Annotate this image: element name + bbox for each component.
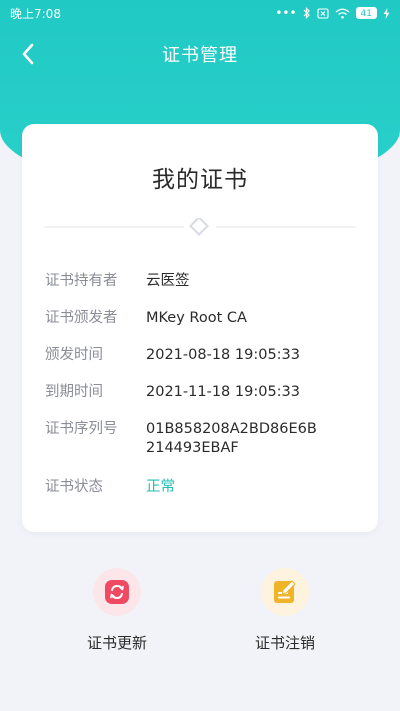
holder-value: 云医签 [146,273,190,289]
chevron-left-icon [22,43,34,65]
expiry-time-label: 到期时间 [45,384,103,400]
back-button[interactable] [14,40,42,68]
row-issue-time: 颁发时间 2021-08-18 19:05:33 [45,346,365,365]
row-expiry-time: 到期时间 2021-11-18 19:05:33 [45,383,365,402]
charging-icon [383,7,390,19]
serial-value: 01B858208A2BD86E6B214493EBAF [146,421,317,456]
revoke-certificate-button[interactable]: 证书注销 [230,568,340,653]
status-bar: 晚上7:08 ••• 41 [0,0,400,26]
refresh-icon [105,580,129,604]
serial-label: 证书序列号 [45,421,118,437]
certificate-details: 证书持有者 云医签 证书颁发者 MKey Root CA 颁发时间 2021-0… [45,272,365,497]
wifi-icon [335,8,349,19]
holder-label: 证书持有者 [45,273,118,289]
renew-certificate-button[interactable]: 证书更新 [62,568,172,653]
battery-indicator: 41 [355,7,377,19]
edit-document-icon [274,580,296,603]
card-title: 我的证书 [152,167,248,193]
row-serial: 证书序列号 01B858208A2BD86E6B214493EBAF [45,420,365,458]
issue-time-value: 2021-08-18 19:05:33 [146,347,300,363]
status-label: 证书状态 [45,479,103,495]
revoke-label: 证书注销 [254,634,315,652]
nav-bar: 证书管理 [0,30,400,78]
bluetooth-icon [303,7,310,19]
revoke-icon-circle [261,568,309,616]
actions-bar: 证书更新 证书注销 [0,568,400,658]
status-time: 晚上7:08 [10,6,61,21]
issuer-value: MKey Root CA [146,310,247,326]
divider-diamond [44,218,356,236]
renew-icon-circle [93,568,141,616]
row-issuer: 证书颁发者 MKey Root CA [45,309,365,328]
status-icons: ••• 41 [275,6,390,20]
expiry-time-value: 2021-11-18 19:05:33 [146,384,300,400]
row-status: 证书状态 正常 [45,478,365,497]
sim-icon [316,7,329,19]
certificate-card: 我的证书 证书持有者 云医签 证书颁发者 MKey Root CA 颁发时间 2… [22,124,378,532]
renew-label: 证书更新 [86,634,147,652]
issuer-label: 证书颁发者 [45,310,118,326]
issue-time-label: 颁发时间 [45,347,103,363]
status-value: 正常 [146,479,175,495]
page-title: 证书管理 [162,45,238,66]
row-holder: 证书持有者 云医签 [45,272,365,291]
more-dots-icon: ••• [275,6,297,20]
